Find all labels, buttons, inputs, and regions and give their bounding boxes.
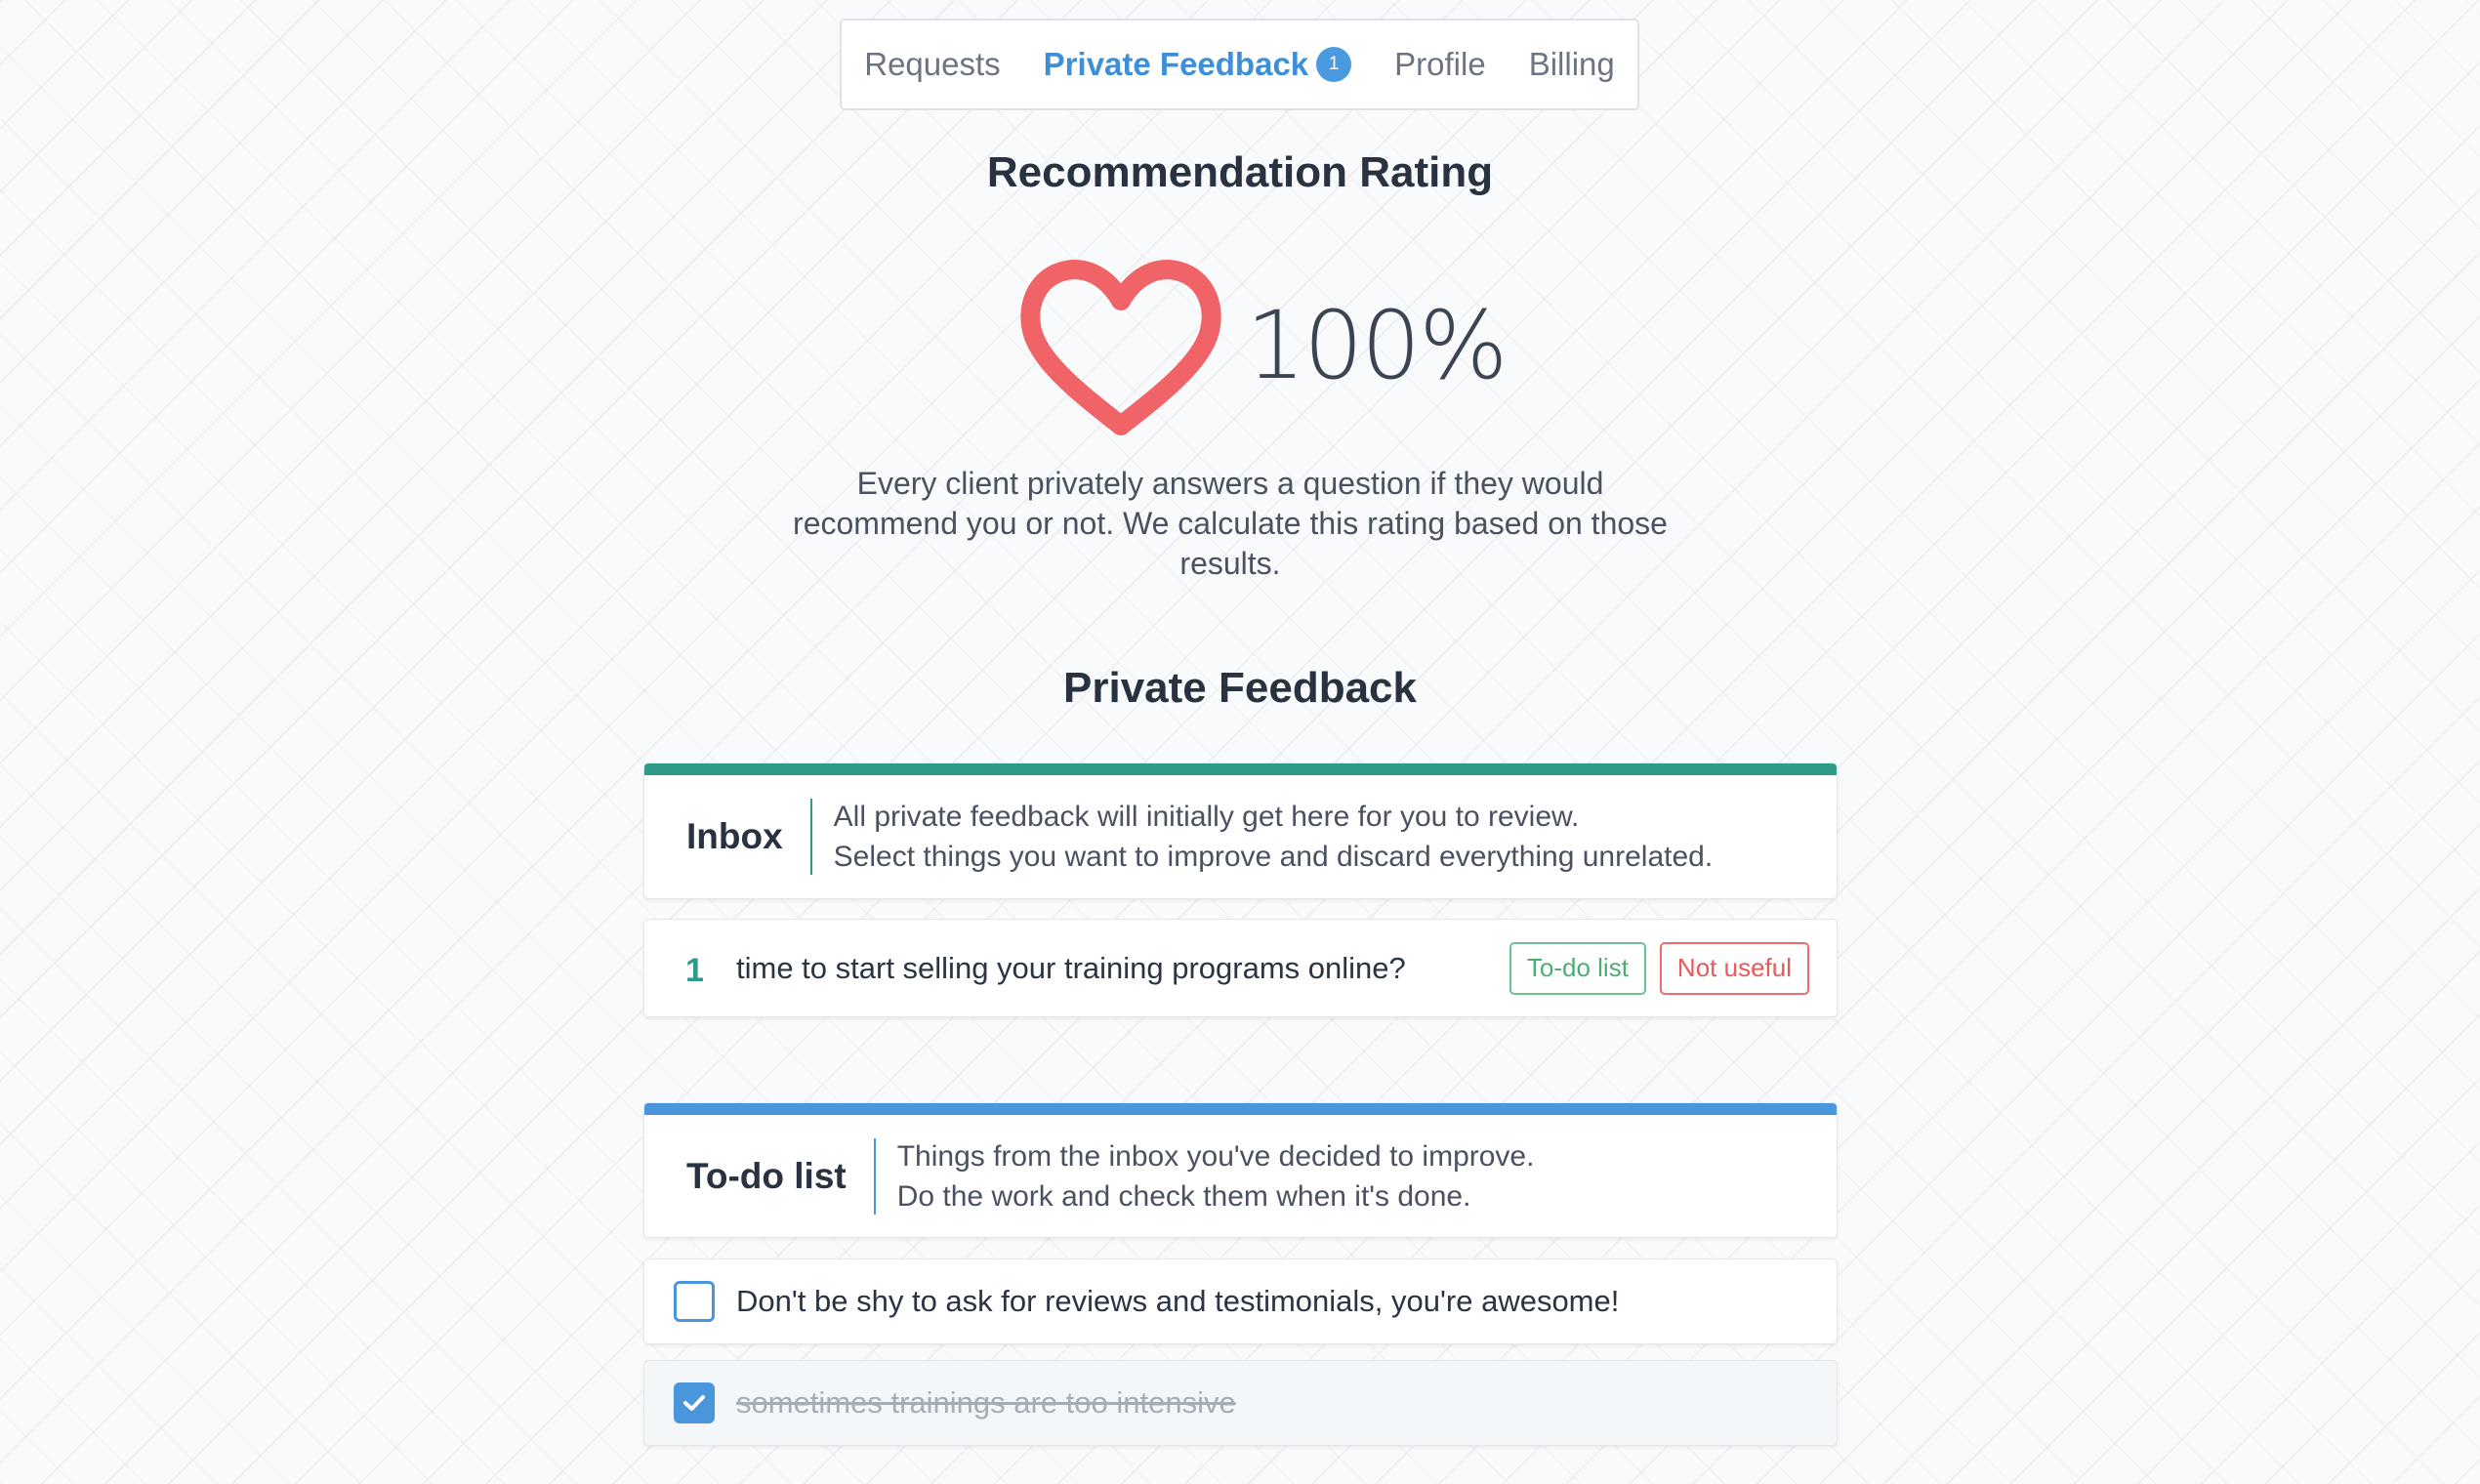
tab-requests[interactable]: Requests [864,46,1000,83]
todo-header: To-do list Things from the inbox you've … [644,1115,1837,1237]
heart-icon [1020,260,1221,435]
todo-item-text-done: sometimes trainings are too intensive [736,1385,1236,1420]
todo-description: Things from the inbox you've decided to … [876,1136,1535,1216]
inbox-description-line-1: All private feedback will initially get … [833,801,1580,833]
feedback-title: Private Feedback [1063,664,1417,712]
rating-percentage: 100% [1246,291,1508,400]
tab-private-feedback[interactable]: Private Feedback 1 [1043,46,1352,83]
todo-item-text: Don't be shy to ask for reviews and test… [736,1284,1620,1318]
inbox-panel: Inbox All private feedback will initiall… [643,763,1838,899]
todo-item-done: sometimes trainings are too intensive [643,1360,1838,1446]
todo-title: To-do list [686,1155,847,1196]
tab-private-feedback-label: Private Feedback [1043,46,1309,82]
inbox-item-number: 1 [685,952,704,989]
todo-accent-bar [644,1103,1837,1115]
inbox-item-text: time to start selling your training prog… [736,950,1406,985]
not-useful-button[interactable]: Not useful [1659,941,1809,995]
rating-title: Recommendation Rating [986,148,1494,196]
checkmark-icon [683,1395,705,1411]
rating-description: Every client privately answers a questio… [793,466,1668,581]
todo-panel: To-do list Things from the inbox you've … [643,1102,1838,1238]
inbox-description-line-2: Select things you want to improve and di… [833,841,1714,873]
todo-checkbox-checked[interactable] [674,1382,715,1423]
inbox-description: All private feedback will initially get … [812,797,1714,877]
todo-checkbox[interactable] [674,1281,715,1322]
top-nav: Requests Private Feedback 1 Profile Bill… [840,19,1639,110]
tab-billing[interactable]: Billing [1529,46,1615,83]
inbox-header: Inbox All private feedback will initiall… [644,775,1837,898]
inbox-title: Inbox [686,816,783,856]
todo-description-line-2: Do the work and check them when it's don… [896,1179,1471,1213]
tab-profile[interactable]: Profile [1394,46,1486,83]
notification-badge: 1 [1316,47,1352,82]
inbox-accent-bar [644,763,1837,775]
todo-description-line-1: Things from the inbox you've decided to … [896,1139,1535,1173]
todo-item: Don't be shy to ask for reviews and test… [643,1258,1838,1344]
inbox-item: 1 time to start selling your training pr… [643,919,1838,1017]
move-to-todo-button[interactable]: To-do list [1509,941,1646,995]
